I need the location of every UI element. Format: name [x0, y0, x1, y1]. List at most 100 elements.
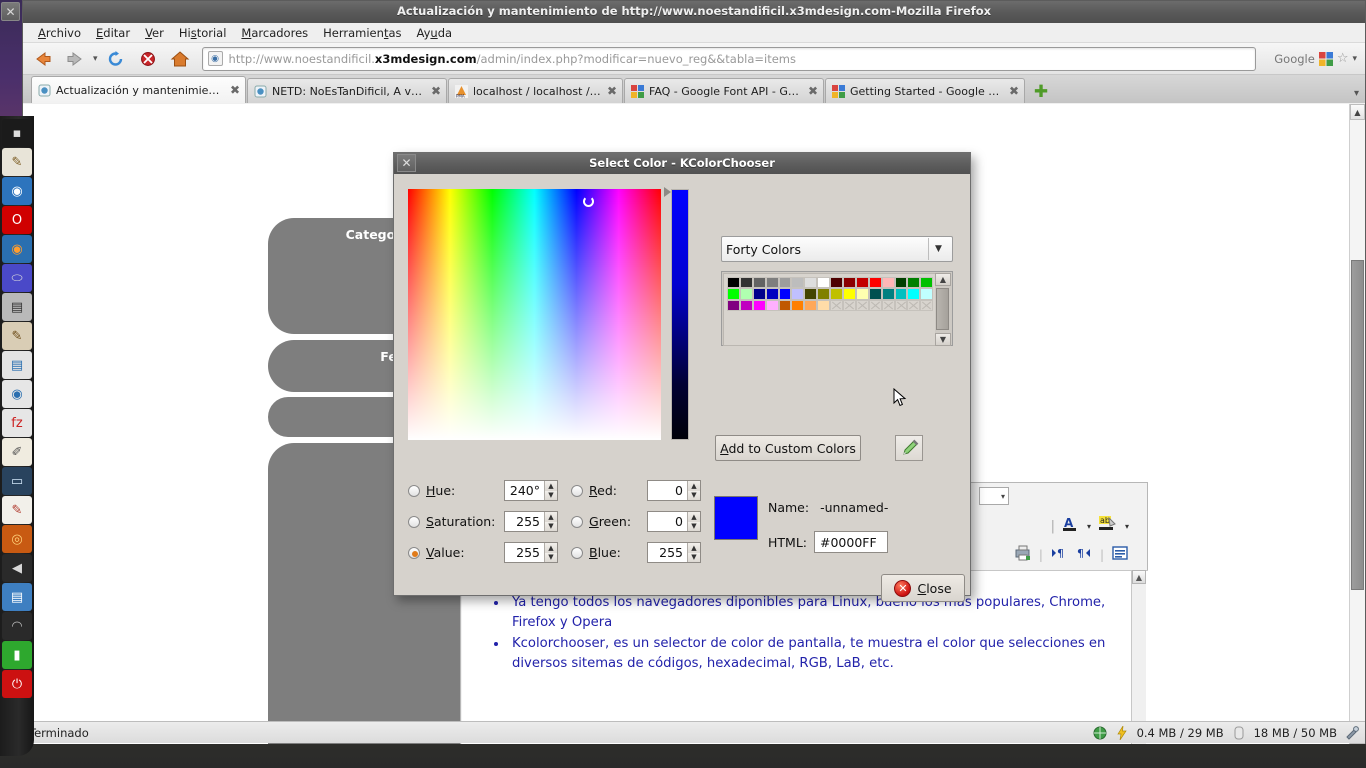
color-swatch[interactable] [920, 277, 934, 289]
color-swatch[interactable] [907, 288, 921, 300]
color-swatch[interactable] [739, 299, 753, 311]
dock-icon-text-editor[interactable]: ✎ [2, 148, 32, 176]
color-swatch[interactable] [752, 299, 766, 311]
menu-item-historial[interactable]: Historial [172, 24, 234, 42]
dock-icon-writer[interactable]: ✎ [2, 496, 32, 524]
color-swatch[interactable] [791, 288, 805, 300]
dock-icon-gimp[interactable]: ✎ [2, 322, 32, 350]
color-swatch[interactable] [752, 277, 766, 289]
color-swatch[interactable] [804, 299, 818, 311]
font-color-dropdown-icon[interactable]: ▾ [1087, 522, 1091, 531]
menu-item-archivo[interactable]: Archivo [31, 24, 88, 42]
tab-close-icon[interactable]: ✖ [431, 84, 441, 98]
ltr-direction-icon[interactable]: ¶ [1050, 545, 1068, 564]
color-swatch[interactable] [752, 288, 766, 300]
spin-down-icon[interactable]: ▼ [545, 521, 557, 531]
spin-up-icon[interactable]: ▲ [688, 481, 700, 491]
saturation-radio[interactable] [408, 515, 420, 528]
page-scroll-up-arrow[interactable]: ▲ [1350, 104, 1365, 120]
color-swatch-empty[interactable] [868, 299, 882, 311]
color-swatch[interactable] [778, 299, 792, 311]
color-swatch[interactable] [804, 277, 818, 289]
chevron-down-icon[interactable]: ▼ [928, 238, 948, 260]
memory-icon[interactable] [1232, 726, 1246, 740]
highlight-dropdown-icon[interactable]: ▾ [1125, 522, 1129, 531]
tab-close-icon[interactable]: ✖ [607, 84, 617, 98]
spin-up-icon[interactable]: ▲ [545, 543, 557, 553]
color-swatch[interactable] [894, 288, 908, 300]
browser-tab[interactable]: FAQ - Google Font API - Google Code ✖ [624, 78, 824, 103]
dock-icon-file-manager[interactable]: ▤ [2, 351, 32, 379]
tray-icon[interactable] [1345, 725, 1359, 740]
color-swatch[interactable] [778, 277, 792, 289]
spin-down-icon[interactable]: ▼ [545, 552, 557, 562]
color-swatch[interactable] [739, 288, 753, 300]
color-swatch-empty[interactable] [881, 299, 895, 311]
new-tab-button[interactable]: ✚ [1030, 81, 1052, 103]
dock-icon-opera[interactable]: O [2, 206, 32, 234]
color-swatch[interactable] [830, 288, 844, 300]
color-swatch[interactable] [765, 288, 779, 300]
browser-tab[interactable]: Actualización y mantenimiento de ht... ✖ [31, 76, 246, 103]
color-swatch[interactable] [791, 277, 805, 289]
close-button[interactable]: ✕ Close [881, 574, 965, 602]
color-swatch[interactable] [843, 277, 856, 289]
url-bar[interactable]: ◉ http://www.noestandificil.x3mdesign.co… [201, 46, 1256, 71]
eyedropper-button[interactable] [895, 435, 923, 461]
palette-select[interactable]: Forty Colors ▼ [721, 236, 953, 262]
color-swatch-empty[interactable] [920, 299, 934, 311]
dock-icon-shutdown[interactable]: ⏻ [2, 670, 32, 698]
palette-scroll-up-arrow[interactable]: ▲ [935, 273, 951, 286]
font-size-combo[interactable]: ▾ [979, 487, 1009, 505]
dock-icon-firefox[interactable]: ◉ [2, 235, 32, 263]
spin-up-icon[interactable]: ▲ [688, 543, 700, 553]
dock-icon-filezilla[interactable]: fz [2, 409, 32, 437]
color-swatch[interactable] [727, 288, 740, 300]
color-swatch[interactable] [881, 288, 895, 300]
font-color-icon[interactable]: A [1061, 515, 1081, 537]
page-scrollbar[interactable]: ▲ ▼ [1349, 104, 1365, 744]
menu-item-editar[interactable]: Editar [89, 24, 137, 42]
spin-down-icon[interactable]: ▼ [688, 490, 700, 500]
blue-spin-buttons[interactable]: ▲ ▼ [687, 543, 700, 562]
power-bolt-icon[interactable] [1115, 725, 1129, 740]
palette-scrollbar[interactable]: ▲ ▼ [935, 273, 951, 346]
color-swatch[interactable] [804, 288, 818, 300]
forward-arrow-icon[interactable] [61, 46, 89, 72]
color-swatch-empty[interactable] [843, 299, 856, 311]
saturation-stepper[interactable]: 255 ▲ ▼ [504, 511, 558, 532]
spin-up-icon[interactable]: ▲ [545, 481, 557, 491]
color-swatch[interactable] [727, 277, 740, 289]
network-icon[interactable] [1093, 726, 1107, 740]
color-swatch[interactable] [920, 288, 934, 300]
red-stepper[interactable]: 0 ▲ ▼ [647, 480, 701, 501]
html-color-input[interactable]: #0000FF [814, 531, 888, 553]
hue-spin-buttons[interactable]: ▲ ▼ [544, 481, 557, 500]
home-icon[interactable] [166, 46, 194, 72]
browser-tab[interactable]: PMA localhost / localhost / x3m_cristodel… [448, 78, 623, 103]
bookmark-star-icon[interactable]: ☆ [1337, 51, 1349, 66]
color-swatch[interactable] [817, 288, 831, 300]
green-stepper[interactable]: 0 ▲ ▼ [647, 511, 701, 532]
red-radio[interactable] [571, 484, 583, 497]
color-swatch-empty[interactable] [830, 299, 844, 311]
stop-icon[interactable] [134, 46, 162, 72]
value-slider[interactable] [671, 189, 689, 440]
color-swatch-empty[interactable] [894, 299, 908, 311]
dock-icon-mouse-settings[interactable]: ◠ [2, 612, 32, 640]
menu-item-ver[interactable]: Ver [138, 24, 171, 42]
palette-swatch-area[interactable] [723, 273, 936, 346]
list-all-tabs-button[interactable]: ▾ [1354, 88, 1359, 99]
browser-tab[interactable]: Getting Started - Google Font API - G...… [825, 78, 1025, 103]
search-dropdown-icon[interactable]: ▾ [1352, 54, 1357, 64]
tab-close-icon[interactable]: ✖ [808, 84, 818, 98]
hue-saturation-gradient-field[interactable] [408, 189, 661, 440]
blockquote-icon[interactable] [1111, 545, 1129, 564]
dock-icon-battery[interactable]: ▮ [2, 641, 32, 669]
color-swatch[interactable] [830, 277, 844, 289]
color-swatch-empty[interactable] [907, 299, 921, 311]
menu-item-herramientas[interactable]: Herramientas [316, 24, 408, 42]
site-identity-icon[interactable]: ◉ [207, 51, 223, 66]
editor-content-area[interactable]: sudo apt-get update && sudo apt-get inst… [462, 570, 1148, 744]
page-scroll-thumb[interactable] [1351, 260, 1364, 590]
